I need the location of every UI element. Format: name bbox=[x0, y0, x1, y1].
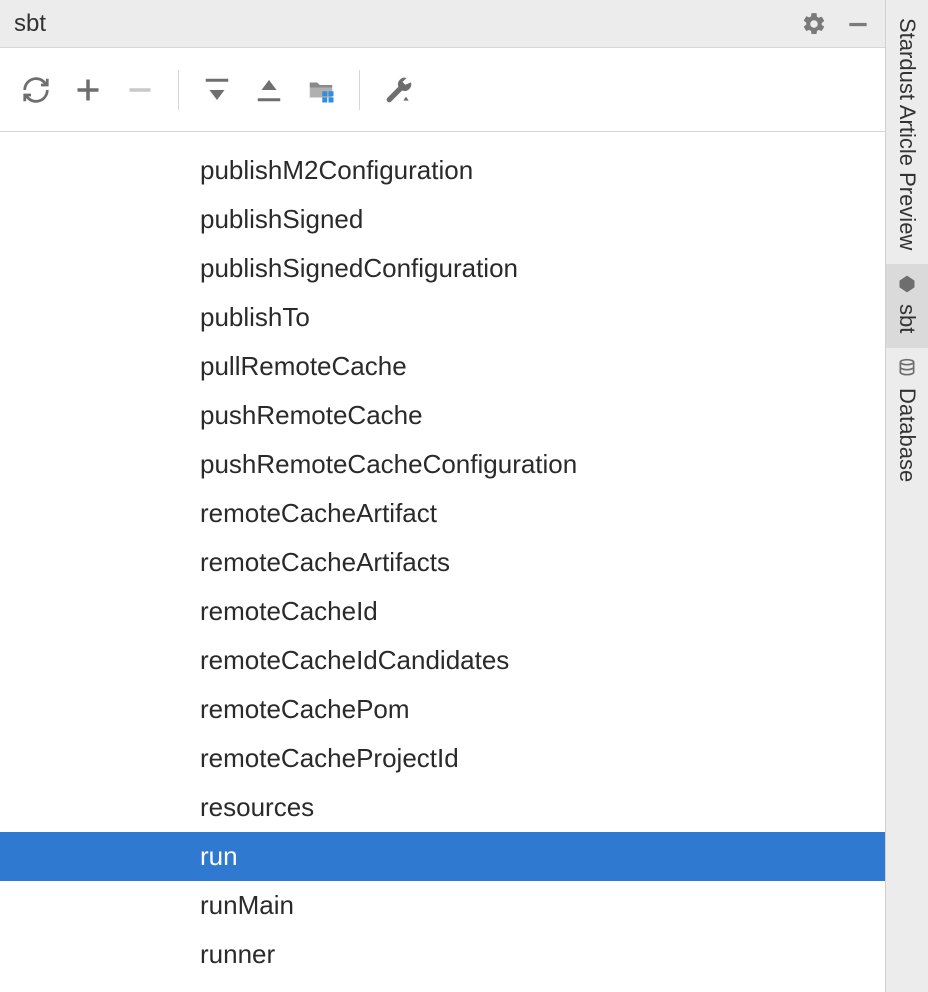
task-row[interactable]: remoteCacheArtifacts bbox=[0, 538, 885, 587]
sbt-panel: sbt bbox=[0, 0, 886, 992]
task-row[interactable]: remoteCacheId bbox=[0, 587, 885, 636]
task-row[interactable]: runMain bbox=[0, 881, 885, 930]
expand-all-button[interactable] bbox=[195, 68, 239, 112]
task-label: remoteCacheArtifacts bbox=[200, 547, 450, 578]
sidebar-tab-label: sbt bbox=[894, 304, 920, 333]
refresh-button[interactable] bbox=[14, 68, 58, 112]
toolbar-separator bbox=[359, 70, 360, 110]
task-label: publishSignedConfiguration bbox=[200, 253, 518, 284]
collapse-all-button[interactable] bbox=[247, 68, 291, 112]
sidebar-tab-label: Stardust Article Preview bbox=[894, 18, 920, 250]
task-label: remoteCacheArtifact bbox=[200, 498, 437, 529]
task-row[interactable]: remoteCacheProjectId bbox=[0, 734, 885, 783]
task-label: pushRemoteCache bbox=[200, 400, 423, 431]
task-row[interactable]: pullRemoteCache bbox=[0, 342, 885, 391]
sidebar-tab-stardust[interactable]: Stardust Article Preview bbox=[886, 8, 928, 264]
task-row[interactable]: remoteCacheIdCandidates bbox=[0, 636, 885, 685]
sidebar-tab-label: Database bbox=[894, 388, 920, 482]
task-label: publishTo bbox=[200, 302, 310, 333]
right-sidebar: Stardust Article Preview sbt Database bbox=[886, 0, 928, 992]
build-tools-settings-button[interactable] bbox=[376, 68, 420, 112]
task-row[interactable]: remoteCacheArtifact bbox=[0, 489, 885, 538]
group-modules-button[interactable] bbox=[299, 68, 343, 112]
task-label: remoteCacheId bbox=[200, 596, 378, 627]
task-list[interactable]: publishM2Configuration publishSigned publi… bbox=[0, 132, 885, 992]
task-row[interactable]: runner bbox=[0, 930, 885, 979]
task-label: run bbox=[200, 841, 238, 872]
minimize-button[interactable] bbox=[845, 11, 871, 37]
task-label: publishSigned bbox=[200, 204, 363, 235]
task-label: runner bbox=[200, 939, 275, 970]
task-row[interactable]: run bbox=[0, 832, 885, 881]
toolbar-separator bbox=[178, 70, 179, 110]
task-row[interactable]: pushRemoteCacheConfiguration bbox=[0, 440, 885, 489]
task-row[interactable]: publishSignedConfiguration bbox=[0, 244, 885, 293]
task-row[interactable]: publishSigned bbox=[0, 195, 885, 244]
toolbar bbox=[0, 48, 885, 132]
gear-icon bbox=[801, 11, 827, 37]
task-label: publishM2Configuration bbox=[200, 155, 473, 186]
task-row[interactable]: pushRemoteCache bbox=[0, 391, 885, 440]
add-button[interactable] bbox=[66, 68, 110, 112]
expand-all-icon bbox=[202, 75, 232, 105]
sbt-icon bbox=[897, 274, 917, 294]
sidebar-tab-sbt[interactable]: sbt bbox=[886, 264, 928, 347]
task-row[interactable]: publishM2Configuration bbox=[0, 146, 885, 195]
task-label: remoteCacheProjectId bbox=[200, 743, 459, 774]
task-label: runMain bbox=[200, 890, 294, 921]
task-row[interactable]: publishTo bbox=[0, 293, 885, 342]
task-row[interactable]: remoteCachePom bbox=[0, 685, 885, 734]
wrench-icon bbox=[382, 74, 414, 106]
sidebar-tab-database[interactable]: Database bbox=[886, 348, 928, 496]
minus-icon bbox=[126, 76, 154, 104]
minimize-icon bbox=[845, 11, 871, 37]
task-label: remoteCachePom bbox=[200, 694, 410, 725]
settings-button[interactable] bbox=[801, 11, 827, 37]
task-label: pushRemoteCacheConfiguration bbox=[200, 449, 577, 480]
database-icon bbox=[897, 358, 917, 378]
task-label: pullRemoteCache bbox=[200, 351, 407, 382]
collapse-all-icon bbox=[254, 75, 284, 105]
task-label: resources bbox=[200, 792, 314, 823]
folder-modules-icon bbox=[305, 75, 337, 105]
panel-titlebar: sbt bbox=[0, 0, 885, 48]
plus-icon bbox=[74, 76, 102, 104]
task-row[interactable]: resources bbox=[0, 783, 885, 832]
remove-button[interactable] bbox=[118, 68, 162, 112]
refresh-icon bbox=[21, 75, 51, 105]
panel-title: sbt bbox=[14, 10, 46, 38]
task-label: remoteCacheIdCandidates bbox=[200, 645, 509, 676]
